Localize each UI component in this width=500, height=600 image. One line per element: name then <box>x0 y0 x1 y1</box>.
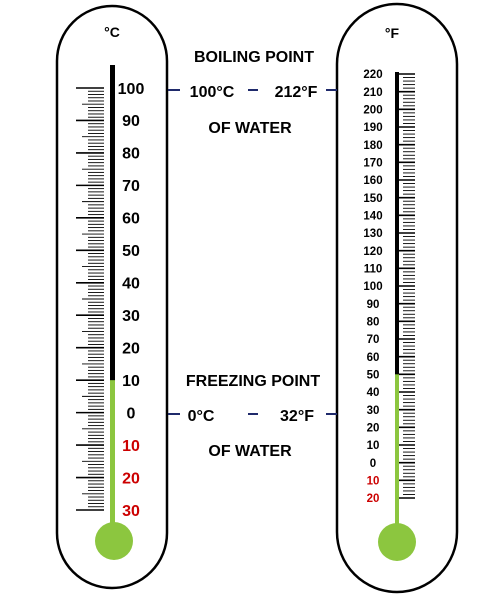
celsius-tick-label: 30 <box>122 503 140 520</box>
fahrenheit-tick-label: 110 <box>364 263 383 275</box>
fahrenheit-tick-label: 160 <box>363 175 382 187</box>
celsius-tick-label: 10 <box>122 373 140 390</box>
fahrenheit-tick-label: 90 <box>367 299 380 311</box>
fahrenheit-unit-label: °F <box>385 25 400 41</box>
freezing-point-annotation: FREEZING POINT OF WATER 0°C 32°F <box>168 373 337 460</box>
celsius-thermometer: °C 1009080706050403020100102030 <box>55 4 169 590</box>
fahrenheit-bulb <box>378 523 416 561</box>
celsius-tick-label: 80 <box>122 146 140 163</box>
celsius-tick-label: 30 <box>122 308 140 325</box>
celsius-tick-label: 70 <box>122 178 140 195</box>
boiling-celsius-value: 100°C <box>190 84 235 101</box>
celsius-tick-label: 40 <box>122 276 140 293</box>
fahrenheit-tick-label: 220 <box>363 69 382 81</box>
fahrenheit-tick-label: 210 <box>363 87 382 99</box>
fahrenheit-tick-label: 20 <box>367 422 380 434</box>
celsius-tick-label: 60 <box>122 211 140 228</box>
fahrenheit-tick-label: 40 <box>367 387 380 399</box>
celsius-tick-label: 0 <box>127 405 136 422</box>
celsius-tick-label: 10 <box>122 438 140 455</box>
celsius-bulb <box>95 522 133 560</box>
fahrenheit-tick-label: 70 <box>367 334 380 346</box>
fahrenheit-thermometer: °F 2202102001901801701601501401301201101… <box>335 2 459 594</box>
fahrenheit-liquid-column <box>395 374 399 528</box>
fahrenheit-tick-label: 50 <box>367 369 380 381</box>
freezing-point-title: FREEZING POINT <box>186 373 320 390</box>
celsius-tick-label: 20 <box>122 470 140 487</box>
fahrenheit-tick-label: 20 <box>367 493 380 505</box>
boiling-point-title: BOILING POINT <box>194 49 314 66</box>
fahrenheit-tick-label: 10 <box>367 440 380 452</box>
boiling-fahrenheit-value: 212°F <box>275 84 318 101</box>
fahrenheit-tick-label: 10 <box>367 475 380 487</box>
celsius-tick-label: 90 <box>122 113 140 130</box>
freezing-celsius-value: 0°C <box>188 408 215 425</box>
fahrenheit-tick-label: 30 <box>367 405 380 417</box>
freezing-fahrenheit-value: 32°F <box>280 408 314 425</box>
fahrenheit-tick-label: 60 <box>367 352 380 364</box>
fahrenheit-tick-label: 190 <box>363 122 382 134</box>
fahrenheit-tick-label: 170 <box>363 157 382 169</box>
fahrenheit-tick-label: 130 <box>363 228 382 240</box>
fahrenheit-tick-label: 140 <box>363 210 382 222</box>
thermometer-diagram: °C 1009080706050403020100102030 °F 22021… <box>55 2 459 594</box>
fahrenheit-tick-label: 200 <box>363 104 382 116</box>
fahrenheit-tick-label: 0 <box>370 458 376 470</box>
fahrenheit-tick-label: 100 <box>363 281 382 293</box>
fahrenheit-tick-label: 80 <box>367 316 380 328</box>
fahrenheit-tick-label: 120 <box>363 246 382 258</box>
celsius-liquid-column <box>110 380 115 528</box>
celsius-tick-label: 50 <box>122 243 140 260</box>
freezing-point-subtitle: OF WATER <box>208 443 292 460</box>
celsius-tick-label: 20 <box>122 340 140 357</box>
celsius-unit-label: °C <box>104 24 120 40</box>
fahrenheit-tick-label: 150 <box>363 193 382 205</box>
fahrenheit-tick-label: 180 <box>363 140 382 152</box>
celsius-tick-label: 100 <box>118 81 145 98</box>
boiling-point-annotation: BOILING POINT OF WATER 100°C 212°F <box>168 49 337 137</box>
boiling-point-subtitle: OF WATER <box>208 120 292 137</box>
